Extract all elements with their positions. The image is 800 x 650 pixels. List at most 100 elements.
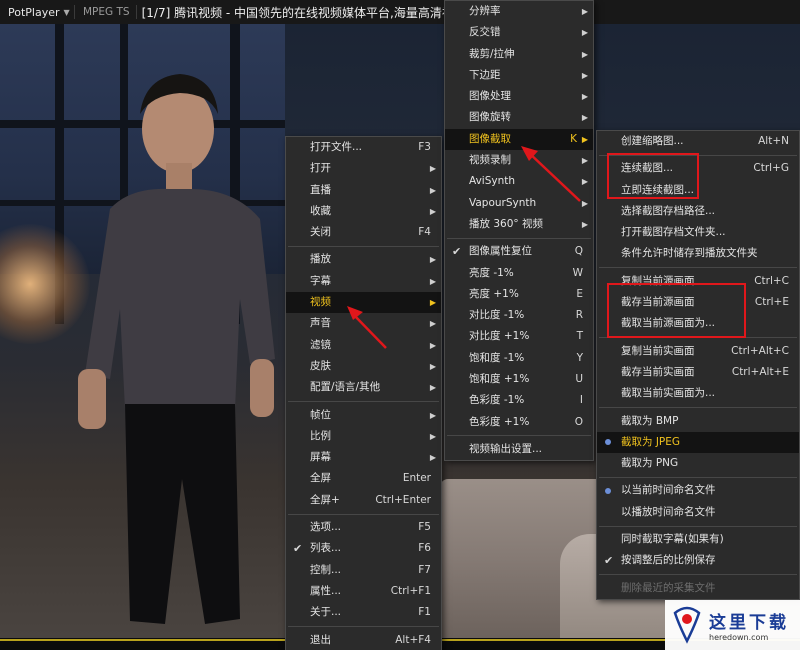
capture-menu-item[interactable]: ✔ 按调整后的比例保存	[597, 550, 799, 571]
capture-menu-item[interactable]: 同时截取字幕(如果有)	[597, 529, 799, 550]
menu-item-label: 图像处理	[469, 90, 511, 103]
menu-separator	[288, 401, 439, 403]
submenu-arrow-icon: ▶	[429, 164, 436, 174]
video-menu-item[interactable]: 亮度 +1% E	[445, 284, 593, 305]
submenu-arrow-icon: ▶	[429, 255, 436, 265]
main-menu-item[interactable]: 比例 ▶	[286, 426, 441, 447]
video-menu-item[interactable]: 对比度 -1% R	[445, 305, 593, 326]
main-menu-item[interactable]: 播放 ▶	[286, 249, 441, 270]
capture-menu-item[interactable]: 创建缩略图... Alt+N	[597, 131, 799, 152]
capture-menu-item[interactable]: 选择截图存档路径...	[597, 201, 799, 222]
video-menu-item[interactable]: 饱和度 +1% U	[445, 369, 593, 390]
main-menu-item[interactable]: 配置/语言/其他 ▶	[286, 377, 441, 398]
submenu-arrow-icon: ▶	[429, 361, 436, 371]
submenu-arrow-icon: ▶	[429, 319, 436, 329]
image-capture-submenu: 创建缩略图... Alt+N 连续截图... Ctrl+G 立即连续截图... 选择截图存…	[596, 130, 800, 600]
video-menu-item[interactable]: 播放 360° 视频 ▶	[445, 214, 593, 235]
capture-menu-item[interactable]: 截取当前实画面为...	[597, 383, 799, 404]
main-menu-item[interactable]: 打开 ▶	[286, 158, 441, 179]
capture-menu-item[interactable]: 截存当前实画面 Ctrl+Alt+E	[597, 362, 799, 383]
menu-item-label: 播放	[310, 253, 331, 266]
capture-menu-item[interactable]: 截取为 PNG	[597, 453, 799, 474]
submenu-arrow-icon: ▶	[581, 92, 588, 102]
menu-item-label: 图像属性复位	[469, 245, 532, 258]
app-menu-button[interactable]: PotPlayer ▼	[0, 6, 74, 19]
submenu-arrow-icon: ▶	[581, 70, 588, 80]
main-menu-item[interactable]: 声音 ▶	[286, 313, 441, 334]
submenu-arrow-icon: ▶	[429, 383, 436, 393]
video-menu-item[interactable]: AviSynth ▶	[445, 171, 593, 192]
menu-item-shortcut: K	[570, 132, 577, 145]
main-menu-item[interactable]: ✔ 列表... F6	[286, 538, 441, 559]
video-menu-item[interactable]: 下边距 ▶	[445, 65, 593, 86]
main-menu-item[interactable]: 字幕 ▶	[286, 271, 441, 292]
video-menu-item[interactable]: 反交错 ▶	[445, 22, 593, 43]
menu-item-shortcut: F7	[418, 563, 431, 576]
menu-item-label: 创建缩略图...	[621, 135, 684, 147]
submenu-arrow-icon: ▶	[429, 340, 436, 350]
video-menu-item[interactable]: 视频录制 ▶	[445, 150, 593, 171]
main-menu-item[interactable]: 滤镜 ▶	[286, 335, 441, 356]
main-menu-item[interactable]: 属性... Ctrl+F1	[286, 581, 441, 602]
capture-menu-item[interactable]: 打开截图存档文件夹...	[597, 222, 799, 243]
main-menu-item[interactable]: 退出 Alt+F4	[286, 630, 441, 650]
watermark-text: 这里下载	[709, 613, 789, 633]
main-menu-item[interactable]: 收藏 ▶	[286, 201, 441, 222]
video-menu-item[interactable]: 图像旋转 ▶	[445, 107, 593, 128]
main-menu-item[interactable]: 关于... F1	[286, 602, 441, 623]
menu-separator	[288, 626, 439, 628]
watermark-url: heredown.com	[709, 633, 769, 642]
main-menu-item[interactable]: 帧位 ▶	[286, 405, 441, 426]
menu-item-label: 裁剪/拉伸	[469, 47, 515, 60]
menu-item-label: 屏幕	[310, 451, 331, 464]
menu-item-label: 对比度 +1%	[469, 330, 530, 343]
menu-item-label: 直播	[310, 183, 331, 196]
video-menu-item[interactable]: 亮度 -1% W	[445, 263, 593, 284]
video-menu-item[interactable]: 图像处理 ▶	[445, 86, 593, 107]
main-menu-item[interactable]: 视频 ▶	[286, 292, 441, 314]
video-menu-item[interactable]: ✔ 图像属性复位 Q	[445, 241, 593, 262]
menu-item-label: 视频输出设置...	[469, 442, 543, 455]
menu-item-label: 关闭	[310, 226, 331, 239]
video-menu-item[interactable]: 色彩度 +1% O	[445, 412, 593, 433]
annotation-box	[607, 153, 699, 199]
capture-menu-item[interactable]: 以播放时间命名文件	[597, 502, 799, 523]
menu-item-label: 饱和度 +1%	[469, 373, 530, 386]
main-menu-item[interactable]: 全屏 Enter	[286, 468, 441, 489]
submenu-arrow-icon: ▶	[429, 298, 436, 308]
watermark-logo: 这里下载 heredown.com	[665, 600, 800, 650]
main-menu-item[interactable]: 打开文件... F3	[286, 137, 441, 158]
video-menu-item[interactable]: 饱和度 -1% Y	[445, 348, 593, 369]
menu-separator	[599, 267, 797, 269]
menu-item-shortcut: F6	[418, 542, 431, 555]
menu-separator	[599, 476, 797, 478]
video-menu-item[interactable]: 色彩度 -1% I	[445, 390, 593, 411]
main-menu-item[interactable]: 控制... F7	[286, 560, 441, 581]
main-menu-item[interactable]: 关闭 F4	[286, 222, 441, 243]
capture-menu-item[interactable]: 截取为 BMP	[597, 411, 799, 432]
main-menu-item[interactable]: 皮肤 ▶	[286, 356, 441, 377]
title-divider	[135, 5, 137, 19]
main-menu-item[interactable]: 屏幕 ▶	[286, 447, 441, 468]
main-menu-item[interactable]: 选项... F5	[286, 517, 441, 538]
annotation-box	[607, 283, 746, 338]
capture-menu-item[interactable]: 以当前时间命名文件	[597, 480, 799, 501]
submenu-arrow-icon: ▶	[429, 431, 436, 441]
video-menu-item[interactable]: 裁剪/拉伸 ▶	[445, 44, 593, 65]
video-menu-item[interactable]: 对比度 +1% T	[445, 326, 593, 347]
capture-menu-item[interactable]: 截取为 JPEG	[597, 431, 799, 454]
main-menu-item[interactable]: 直播 ▶	[286, 180, 441, 201]
video-menu-item[interactable]: VapourSynth ▶	[445, 193, 593, 214]
video-menu-item[interactable]: 视频输出设置...	[445, 439, 593, 460]
menu-item-label: 关于...	[310, 606, 342, 619]
menu-item-label: 反交错	[469, 26, 501, 39]
menu-item-shortcut: Ctrl+F1	[390, 584, 431, 597]
capture-menu-item[interactable]: 条件允许时储存到播放文件夹	[597, 243, 799, 264]
video-menu-item[interactable]: 分辨率 ▶	[445, 1, 593, 22]
main-menu-item[interactable]: 全屏+ Ctrl+Enter	[286, 490, 441, 511]
menu-item-shortcut: Ctrl+G	[753, 162, 789, 175]
person-figure	[78, 74, 275, 624]
capture-menu-item[interactable]: 复制当前实画面 Ctrl+Alt+C	[597, 341, 799, 362]
video-menu-item[interactable]: 图像截取 K ▶	[445, 128, 593, 151]
submenu-arrow-icon: ▶	[581, 28, 588, 38]
